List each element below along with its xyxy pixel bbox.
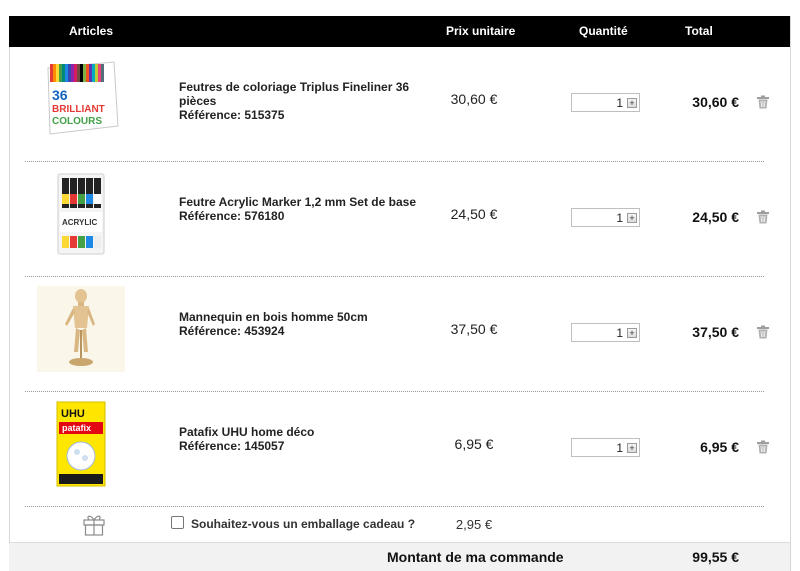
quantity-stepper[interactable]: 1 + bbox=[571, 438, 640, 457]
product-name[interactable]: Feutre Acrylic Marker 1,2 mm Set de base bbox=[179, 195, 416, 209]
product-info: Patafix UHU home déco Référence: 145057 bbox=[179, 425, 429, 453]
quantity-stepper[interactable]: 1 + bbox=[571, 93, 640, 112]
order-total-amount: 99,55 € bbox=[692, 549, 739, 565]
product-name[interactable]: Feutres de coloriage Triplus Fineliner 3… bbox=[179, 80, 409, 108]
trash-icon[interactable] bbox=[756, 325, 770, 339]
trash-icon[interactable] bbox=[756, 95, 770, 109]
line-total: 6,95 € bbox=[700, 439, 739, 455]
gift-icon bbox=[83, 515, 105, 536]
line-total: 24,50 € bbox=[692, 209, 739, 225]
cart-row: 36 BRILLIANT COLOURS Feutres de coloriag… bbox=[9, 47, 790, 162]
product-thumbnail[interactable]: UHU patafix bbox=[36, 399, 126, 489]
product-thumbnail[interactable]: 36 BRILLIANT COLOURS bbox=[36, 54, 126, 144]
row-divider bbox=[25, 506, 764, 507]
unit-price: 30,60 € bbox=[450, 91, 498, 107]
unit-price: 6,95 € bbox=[454, 436, 494, 452]
gift-wrap-label[interactable]: Souhaitez-vous un emballage cadeau ? bbox=[191, 517, 415, 531]
product-reference: Référence: 453924 bbox=[179, 324, 285, 338]
plus-icon[interactable]: + bbox=[627, 328, 637, 338]
product-name[interactable]: Mannequin en bois homme 50cm bbox=[179, 310, 368, 324]
quantity-input[interactable]: 1 bbox=[572, 211, 627, 225]
product-info: Feutre Acrylic Marker 1,2 mm Set de base… bbox=[179, 195, 429, 223]
product-reference: Référence: 576180 bbox=[179, 209, 285, 223]
svg-text:patafix: patafix bbox=[62, 423, 91, 433]
quantity-input[interactable]: 1 bbox=[572, 441, 627, 455]
product-thumbnail[interactable]: ACRYLIC bbox=[36, 169, 126, 259]
header-articles: Articles bbox=[69, 24, 114, 38]
header-quantity: Quantité bbox=[579, 24, 628, 38]
header-unit-price: Prix unitaire bbox=[446, 24, 516, 38]
quantity-input[interactable]: 1 bbox=[572, 326, 627, 340]
product-info: Mannequin en bois homme 50cm Référence: … bbox=[179, 310, 429, 338]
gift-wrap-row: Souhaitez-vous un emballage cadeau ? 2,9… bbox=[9, 508, 790, 542]
gift-wrap-price: 2,95 € bbox=[455, 517, 493, 532]
trash-icon[interactable] bbox=[756, 210, 770, 224]
product-reference: Référence: 515375 bbox=[179, 108, 285, 122]
cart-row: Mannequin en bois homme 50cm Référence: … bbox=[9, 277, 790, 392]
product-info: Feutres de coloriage Triplus Fineliner 3… bbox=[179, 80, 429, 122]
product-thumbnail[interactable] bbox=[36, 284, 126, 374]
cart-row: UHU patafix Patafix UHU home déco Référe… bbox=[9, 392, 790, 507]
trash-icon[interactable] bbox=[756, 440, 770, 454]
quantity-stepper[interactable]: 1 + bbox=[571, 323, 640, 342]
plus-icon[interactable]: + bbox=[627, 443, 637, 453]
cart-header: Articles Prix unitaire Quantité Total bbox=[9, 16, 790, 47]
quantity-input[interactable]: 1 bbox=[572, 96, 627, 110]
svg-text:UHU: UHU bbox=[61, 408, 85, 420]
plus-icon[interactable]: + bbox=[627, 213, 637, 223]
svg-text:36: 36 bbox=[52, 87, 68, 103]
plus-icon[interactable]: + bbox=[627, 98, 637, 108]
line-total: 37,50 € bbox=[692, 324, 739, 340]
unit-price: 24,50 € bbox=[450, 206, 498, 222]
gift-wrap-checkbox[interactable] bbox=[171, 516, 184, 529]
unit-price: 37,50 € bbox=[450, 321, 498, 337]
svg-text:ACRYLIC: ACRYLIC bbox=[62, 218, 97, 227]
svg-text:COLOURS: COLOURS bbox=[52, 116, 102, 127]
cart-row: ACRYLIC Feutre Acrylic Marker 1,2 mm Set… bbox=[9, 162, 790, 277]
product-name[interactable]: Patafix UHU home déco bbox=[179, 425, 314, 439]
header-total: Total bbox=[685, 24, 713, 38]
product-reference: Référence: 145057 bbox=[179, 439, 285, 453]
quantity-stepper[interactable]: 1 + bbox=[571, 208, 640, 227]
line-total: 30,60 € bbox=[692, 94, 739, 110]
order-total-label: Montant de ma commande bbox=[387, 549, 564, 565]
order-summary: Montant de ma commande 99,55 € bbox=[9, 542, 790, 571]
svg-text:BRILLIANT: BRILLIANT bbox=[52, 104, 105, 115]
